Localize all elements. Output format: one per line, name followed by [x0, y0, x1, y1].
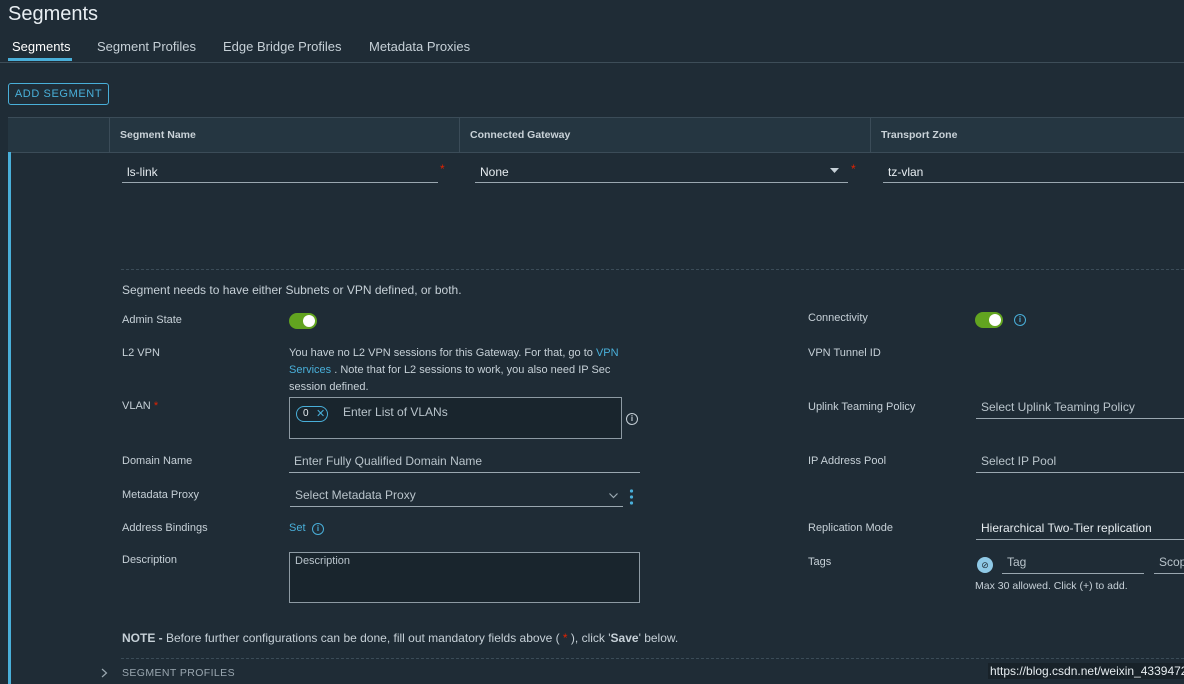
note-message: NOTE - Before further configurations can…	[122, 631, 678, 645]
intro-message: Segment needs to have either Subnets or …	[122, 283, 462, 297]
uplink-teaming-policy-select[interactable]: Select Uplink Teaming Policy	[976, 397, 1184, 419]
l2vpn-message: You have no L2 VPN sessions for this Gat…	[289, 345, 629, 396]
tags-label: Tags	[808, 556, 832, 568]
required-mark: *	[153, 400, 159, 412]
description-textarea[interactable]: Description	[289, 552, 640, 603]
grid-header: Segment Name Connected Gateway Transport…	[8, 117, 1184, 153]
row-selection-bar	[8, 152, 11, 684]
info-icon[interactable]: i	[626, 413, 638, 425]
tab-edge-bridge-profiles[interactable]: Edge Bridge Profiles	[223, 39, 342, 54]
address-bindings-label: Address Bindings	[122, 522, 208, 534]
uplink-teaming-policy-label: Uplink Teaming Policy	[808, 401, 916, 413]
l2vpn-label: L2 VPN	[122, 347, 160, 359]
vlan-chip[interactable]: 0 ✕	[296, 406, 328, 422]
tab-metadata-proxies[interactable]: Metadata Proxies	[369, 39, 470, 54]
vlan-label-text: VLAN	[122, 400, 151, 412]
column-header-connected-gateway[interactable]: Connected Gateway	[459, 118, 870, 152]
segment-profiles-section[interactable]: SEGMENT PROFILES	[122, 667, 235, 679]
scope-input[interactable]: Scop	[1154, 552, 1184, 574]
ip-address-pool-label: IP Address Pool	[808, 455, 887, 467]
vpn-link[interactable]: VPN	[596, 347, 619, 359]
tag-icon[interactable]: ⊘	[977, 557, 993, 573]
note-save: Save	[610, 631, 639, 645]
transport-zone-select[interactable]: tz-vlan	[883, 153, 1184, 183]
note-text: ' below.	[638, 631, 679, 645]
ip-pool-select[interactable]: Select IP Pool	[976, 451, 1184, 473]
admin-state-label: Admin State	[122, 314, 182, 326]
tab-segments[interactable]: Segments	[12, 39, 71, 54]
domain-name-input[interactable]: Enter Fully Qualified Domain Name	[289, 451, 640, 473]
admin-state-toggle[interactable]	[289, 313, 317, 329]
metadata-proxy-select[interactable]: Select Metadata Proxy	[290, 485, 623, 507]
tab-bar: Segments Segment Profiles Edge Bridge Pr…	[0, 36, 1184, 63]
tag-input[interactable]: Tag	[1002, 552, 1144, 574]
note-text: Before further configurations can be don…	[162, 631, 563, 645]
l2vpn-text: You have no L2 VPN sessions for this Gat…	[289, 347, 596, 359]
tab-segment-profiles[interactable]: Segment Profiles	[97, 39, 196, 54]
section-divider	[121, 658, 1184, 659]
metadata-proxy-label: Metadata Proxy	[122, 489, 200, 501]
connected-gateway-select[interactable]: None	[475, 153, 848, 183]
l2vpn-text: session defined.	[289, 381, 369, 393]
page-title: Segments	[8, 3, 99, 25]
note-text: ), click '	[567, 631, 611, 645]
l2vpn-text: . Note that for L2 sessions to work, you…	[331, 364, 611, 376]
chevron-right-icon[interactable]	[101, 668, 108, 678]
domain-name-label: Domain Name	[122, 455, 193, 467]
column-header-segment-name[interactable]: Segment Name	[109, 118, 459, 152]
tags-hint: Max 30 allowed. Click (+) to add.	[975, 580, 1128, 592]
toggle-knob	[303, 315, 315, 327]
address-bindings-set-link[interactable]: Set	[289, 522, 306, 534]
toggle-knob	[989, 314, 1001, 326]
active-tab-indicator	[8, 58, 72, 61]
description-label: Description	[122, 554, 178, 566]
connectivity-toggle[interactable]	[975, 312, 1003, 328]
more-options-icon[interactable]	[629, 488, 634, 506]
vpn-tunnel-id-label: VPN Tunnel ID	[808, 347, 881, 359]
vlan-chip-value: 0	[303, 408, 309, 419]
vlan-placeholder: Enter List of VLANs	[343, 405, 448, 419]
services-link[interactable]: Services	[289, 364, 331, 376]
column-header-transport-zone[interactable]: Transport Zone	[870, 118, 1184, 152]
required-mark: *	[851, 162, 856, 176]
note-prefix: NOTE -	[122, 631, 163, 645]
required-mark: *	[440, 162, 445, 176]
info-icon[interactable]: i	[312, 523, 324, 535]
vlan-input[interactable]: 0 ✕ Enter List of VLANs	[289, 397, 622, 439]
add-segment-button[interactable]: ADD SEGMENT	[8, 83, 109, 105]
section-divider	[121, 269, 1184, 270]
replication-mode-select[interactable]: Hierarchical Two-Tier replication	[976, 518, 1184, 540]
connectivity-label: Connectivity	[808, 312, 868, 324]
segment-name-input[interactable]: ls-link	[122, 153, 438, 183]
close-icon[interactable]: ✕	[316, 407, 325, 420]
chevron-down-icon[interactable]	[609, 493, 618, 499]
info-icon[interactable]: i	[1014, 314, 1026, 326]
watermark: https://blog.csdn.net/weixin_43394724	[988, 663, 1184, 679]
vlan-label: VLAN *	[122, 400, 158, 412]
chevron-down-icon[interactable]	[830, 168, 839, 174]
replication-mode-label: Replication Mode	[808, 522, 893, 534]
